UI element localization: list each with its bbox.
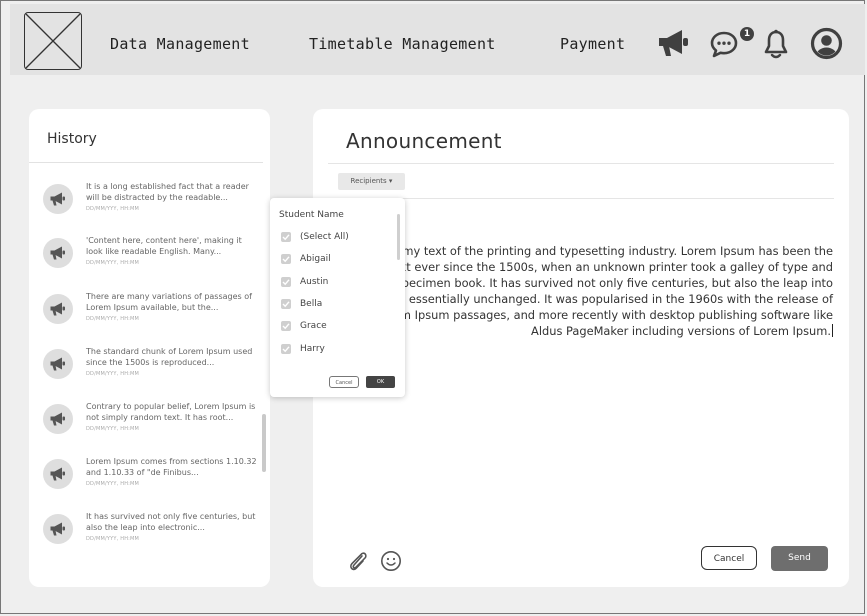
checkbox-checked[interactable] — [281, 299, 291, 309]
history-item-text: Lorem Ipsum comes from sections 1.10.32 … — [86, 457, 257, 477]
send-button[interactable]: Send — [771, 546, 828, 571]
megaphone-icon — [43, 349, 73, 379]
megaphone-icon — [43, 459, 73, 489]
checkbox-checked[interactable] — [281, 344, 291, 354]
history-item[interactable]: 'Content here, content here', making it … — [43, 235, 259, 283]
nav-payment[interactable]: Payment — [560, 35, 625, 53]
bell-icon[interactable] — [763, 29, 789, 63]
checkbox-checked[interactable] — [281, 277, 291, 287]
dropdown-cancel-button[interactable]: Cancel — [329, 376, 359, 388]
history-item-text: Contrary to popular belief, Lorem Ipsum … — [86, 402, 256, 422]
option-label: Grace — [300, 321, 327, 331]
announcement-divider — [328, 163, 834, 164]
option-label: Harry — [300, 344, 325, 354]
history-item-date: DD/MM/YYY, HH:MM — [86, 316, 140, 322]
recipients-dropdown-button[interactable]: Recipients ▾ — [338, 173, 405, 190]
history-item[interactable]: There are many variations of passages of… — [43, 291, 259, 339]
dropdown-ok-button[interactable]: OK — [366, 376, 395, 388]
megaphone-icon — [43, 404, 73, 434]
nav-data-management[interactable]: Data Management — [110, 35, 250, 53]
history-item-date: DD/MM/YYY, HH:MM — [86, 481, 140, 487]
history-item-date: DD/MM/YYY, HH:MM — [86, 371, 140, 377]
student-filter-dropdown: Student Name (Select All) Abigail Austin… — [270, 198, 405, 397]
option-label: Abigail — [300, 254, 331, 264]
announcement-title: Announcement — [346, 129, 502, 153]
top-navigation-bar: Data Management Timetable Management Pay… — [10, 4, 865, 75]
logo-placeholder-icon[interactable] — [24, 12, 82, 70]
option-label: Austin — [300, 277, 329, 287]
checkbox-checked[interactable] — [281, 321, 291, 331]
megaphone-icon — [43, 514, 73, 544]
history-item-text: It is a long established fact that a rea… — [86, 182, 249, 202]
history-item-text: The standard chunk of Lorem Ipsum used s… — [86, 347, 253, 367]
text-caret — [832, 324, 833, 337]
history-item-date: DD/MM/YYY, HH:MM — [86, 260, 140, 266]
history-item-text: 'Content here, content here', making it … — [86, 236, 242, 256]
history-item-date: DD/MM/YYY, HH:MM — [86, 206, 140, 212]
chat-notification-badge: 1 — [740, 27, 754, 41]
history-title: History — [47, 131, 97, 147]
checkbox-checked[interactable] — [281, 232, 291, 242]
history-item[interactable]: Contrary to popular belief, Lorem Ipsum … — [43, 401, 259, 449]
dropdown-title: Student Name — [279, 210, 344, 220]
megaphone-icon — [43, 238, 73, 268]
option-label: Bella — [300, 299, 323, 309]
history-item-date: DD/MM/YYY, HH:MM — [86, 536, 140, 542]
megaphone-icon — [43, 184, 73, 214]
history-scrollbar[interactable] — [262, 414, 266, 472]
megaphone-icon — [43, 294, 73, 324]
cancel-button[interactable]: Cancel — [701, 546, 757, 570]
history-panel: History It is a long established fact th… — [29, 109, 270, 587]
history-item-text: It has survived not only five centuries,… — [86, 512, 256, 532]
history-divider — [29, 162, 263, 163]
history-item[interactable]: Lorem Ipsum comes from sections 1.10.32 … — [43, 456, 259, 504]
smiley-icon[interactable] — [380, 550, 402, 576]
megaphone-icon[interactable] — [658, 28, 690, 62]
option-label: (Select All) — [300, 232, 349, 242]
history-item-text: There are many variations of passages of… — [86, 292, 252, 312]
history-item-date: DD/MM/YYY, HH:MM — [86, 426, 140, 432]
user-circle-icon[interactable] — [810, 27, 843, 64]
history-item[interactable]: It has survived not only five centuries,… — [43, 511, 259, 559]
checkbox-checked[interactable] — [281, 254, 291, 264]
nav-timetable-management[interactable]: Timetable Management — [309, 35, 496, 53]
paperclip-icon[interactable] — [347, 550, 369, 576]
dropdown-scrollbar[interactable] — [397, 214, 400, 260]
history-item[interactable]: The standard chunk of Lorem Ipsum used s… — [43, 346, 259, 394]
history-item[interactable]: It is a long established fact that a rea… — [43, 181, 259, 229]
chat-icon[interactable] — [710, 30, 740, 62]
